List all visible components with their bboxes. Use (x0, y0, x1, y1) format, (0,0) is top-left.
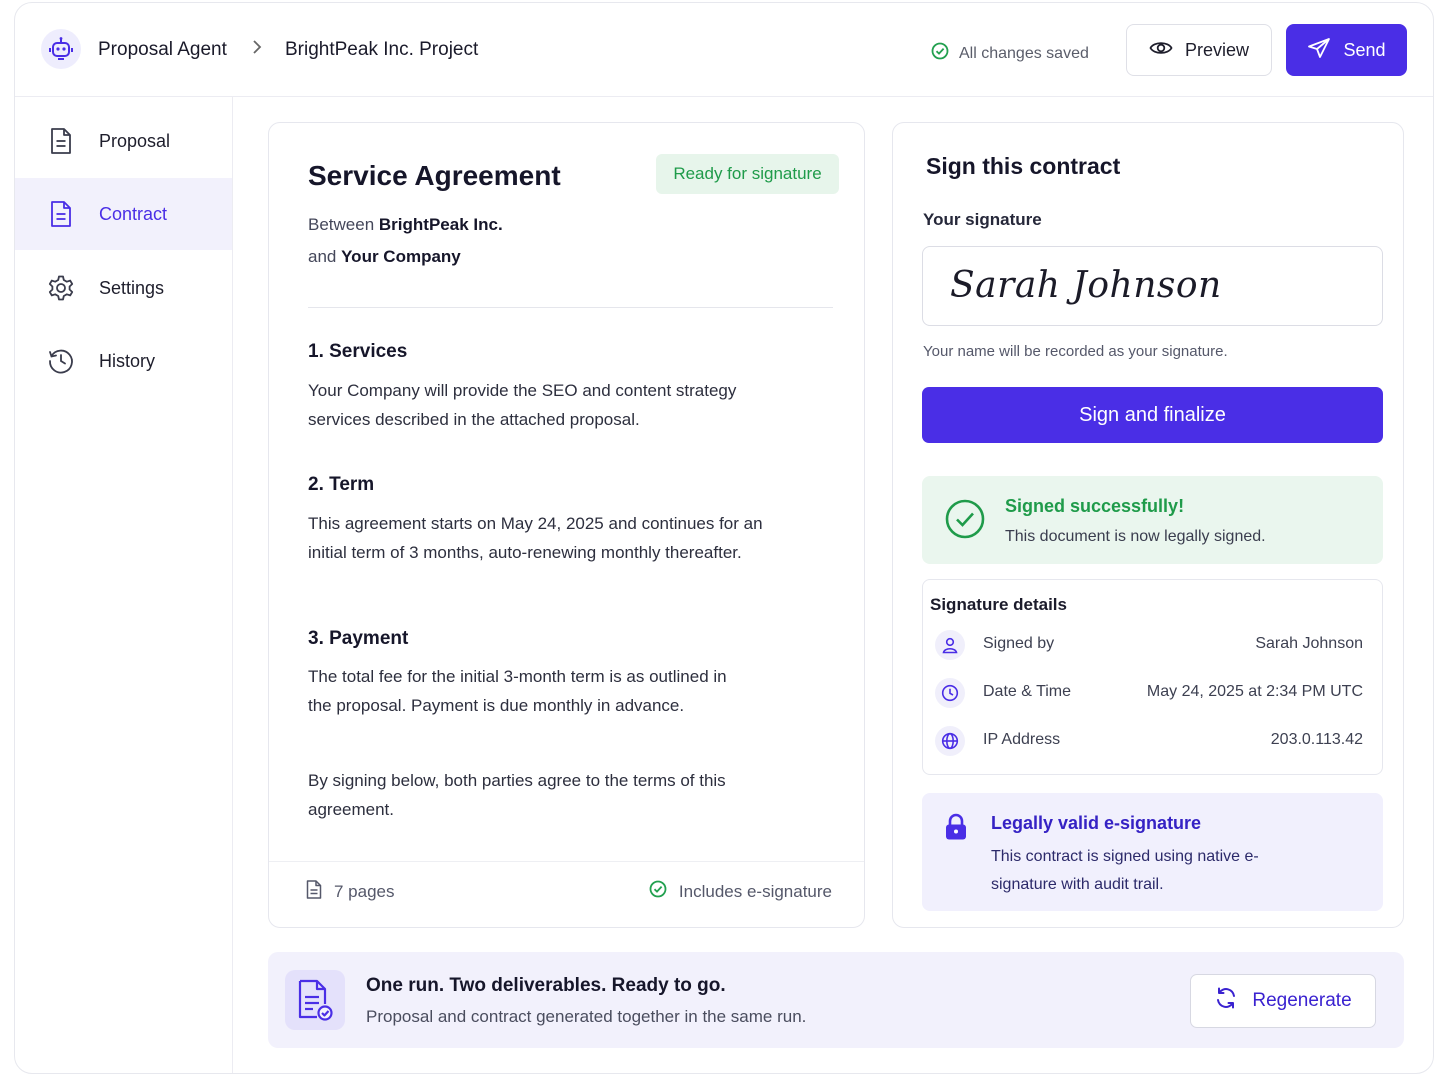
paper-plane-icon (1307, 37, 1331, 64)
user-icon (935, 630, 965, 660)
success-body: This document is now legally signed. (1005, 528, 1266, 545)
app-window: Proposal Agent BrightPeak Inc. Project A… (14, 2, 1434, 1074)
contract-document: Service Agreement Ready for signature Be… (268, 122, 865, 928)
save-status: All changes saved (931, 42, 1089, 65)
robot-logo-icon (41, 29, 81, 69)
section-heading: 3. Payment (308, 628, 409, 649)
check-circle-icon (944, 498, 986, 545)
breadcrumb-app[interactable]: Proposal Agent (98, 39, 227, 61)
clock-icon (935, 678, 965, 708)
sidebar-item-settings[interactable]: Settings (15, 252, 232, 324)
signature-details: Signature details Signed by Sarah Johnso… (922, 579, 1383, 775)
detail-label: Signed by (983, 635, 1055, 652)
detail-label: IP Address (983, 731, 1061, 748)
signature-details-title: Signature details (930, 595, 1067, 614)
signature-input[interactable]: Sarah Johnson (922, 246, 1383, 326)
document-icon (306, 880, 322, 904)
regenerate-button[interactable]: Regenerate (1190, 974, 1376, 1028)
legal-body: This contract is signed using native e-s… (991, 848, 1259, 893)
legal-notice: Legally valid e-signature This contract … (922, 793, 1383, 911)
sidebar-item-label: Proposal (99, 130, 171, 151)
between-prefix: Between (308, 215, 375, 234)
sidebar-item-proposal[interactable]: Proposal (15, 105, 232, 177)
sidebar-item-label: Contract (99, 203, 168, 224)
detail-value: Sarah Johnson (1255, 635, 1363, 652)
party-one: BrightPeak Inc. (378, 215, 503, 234)
globe-icon (935, 726, 965, 756)
page-count-text: 7 pages (334, 882, 395, 901)
sign-and-finalize-button[interactable]: Sign and finalize (922, 387, 1383, 443)
preview-label: Preview (1184, 39, 1250, 60)
regenerate-label: Regenerate (1252, 990, 1352, 1011)
chevron-right-icon (251, 39, 263, 60)
section-heading: 2. Term (308, 474, 375, 495)
document-check-icon (285, 970, 345, 1030)
section-body: This agreement starts on May 24, 2025 an… (308, 514, 763, 562)
and-prefix: and (308, 247, 337, 266)
divider (308, 307, 833, 308)
sign-panel: Sign this contract Your signature Sarah … (892, 122, 1404, 928)
document-footer: 7 pages Includes e-signature (269, 861, 864, 927)
document-title: Service Agreement (308, 160, 561, 191)
lock-icon (944, 813, 968, 846)
sidebar-item-contract[interactable]: Contract (15, 178, 232, 250)
gear-icon (47, 274, 75, 302)
section-heading: 1. Services (308, 341, 408, 362)
success-title: Signed successfully! (1005, 496, 1185, 516)
detail-row-signed-by: Signed by Sarah Johnson (935, 628, 1363, 662)
esignature-text: Includes e-signature (678, 881, 832, 901)
top-bar: Proposal Agent BrightPeak Inc. Project A… (15, 3, 1433, 97)
sidebar-item-label: Settings (99, 277, 165, 298)
refresh-icon (1214, 986, 1238, 1016)
document-icon (47, 127, 75, 155)
detail-value: May 24, 2025 at 2:34 PM UTC (1146, 683, 1363, 700)
banner-title: One run. Two deliverables. Ready to go. (366, 975, 726, 996)
detail-row-ip-address: IP Address 203.0.113.42 (935, 724, 1363, 758)
send-label: Send (1343, 39, 1386, 60)
party-two: Your Company (341, 247, 461, 266)
sidebar-item-label: History (99, 350, 156, 371)
sidebar: Proposal Contract Settings History (15, 97, 233, 1073)
save-status-text: All changes saved (959, 44, 1089, 62)
preview-button[interactable]: Preview (1126, 24, 1272, 76)
deliverables-banner: One run. Two deliverables. Ready to go. … (268, 952, 1404, 1048)
check-circle-icon (649, 880, 667, 903)
breadcrumb-project: BrightPeak Inc. Project (285, 39, 479, 60)
signature-label: Your signature (923, 210, 1042, 229)
send-button[interactable]: Send (1286, 24, 1407, 76)
status-badge: Ready for signature (656, 154, 839, 194)
legal-title: Legally valid e-signature (991, 813, 1202, 833)
history-icon (47, 347, 75, 375)
signature-hint: Your name will be recorded as your signa… (923, 343, 1228, 360)
eye-icon (1149, 39, 1173, 62)
section-body: Your Company will provide the SEO and co… (308, 381, 737, 429)
success-alert: Signed successfully! This document is no… (922, 476, 1383, 564)
sidebar-item-history[interactable]: History (15, 325, 232, 397)
sign-panel-title: Sign this contract (926, 153, 1121, 179)
banner-body: Proposal and contract generated together… (366, 1007, 807, 1026)
detail-row-date-time: Date & Time May 24, 2025 at 2:34 PM UTC (935, 676, 1363, 710)
parties: Between BrightPeak Inc. and Your Company (308, 209, 503, 273)
section-body: The total fee for the initial 3-month te… (308, 667, 727, 715)
esignature-note: Includes e-signature (649, 880, 832, 903)
check-circle-icon (931, 42, 949, 65)
detail-label: Date & Time (983, 683, 1072, 700)
document-icon (47, 200, 75, 228)
page-count: 7 pages (306, 880, 395, 904)
detail-value: 203.0.113.42 (1270, 731, 1363, 748)
closing-text: By signing below, both parties agree to … (308, 771, 726, 819)
